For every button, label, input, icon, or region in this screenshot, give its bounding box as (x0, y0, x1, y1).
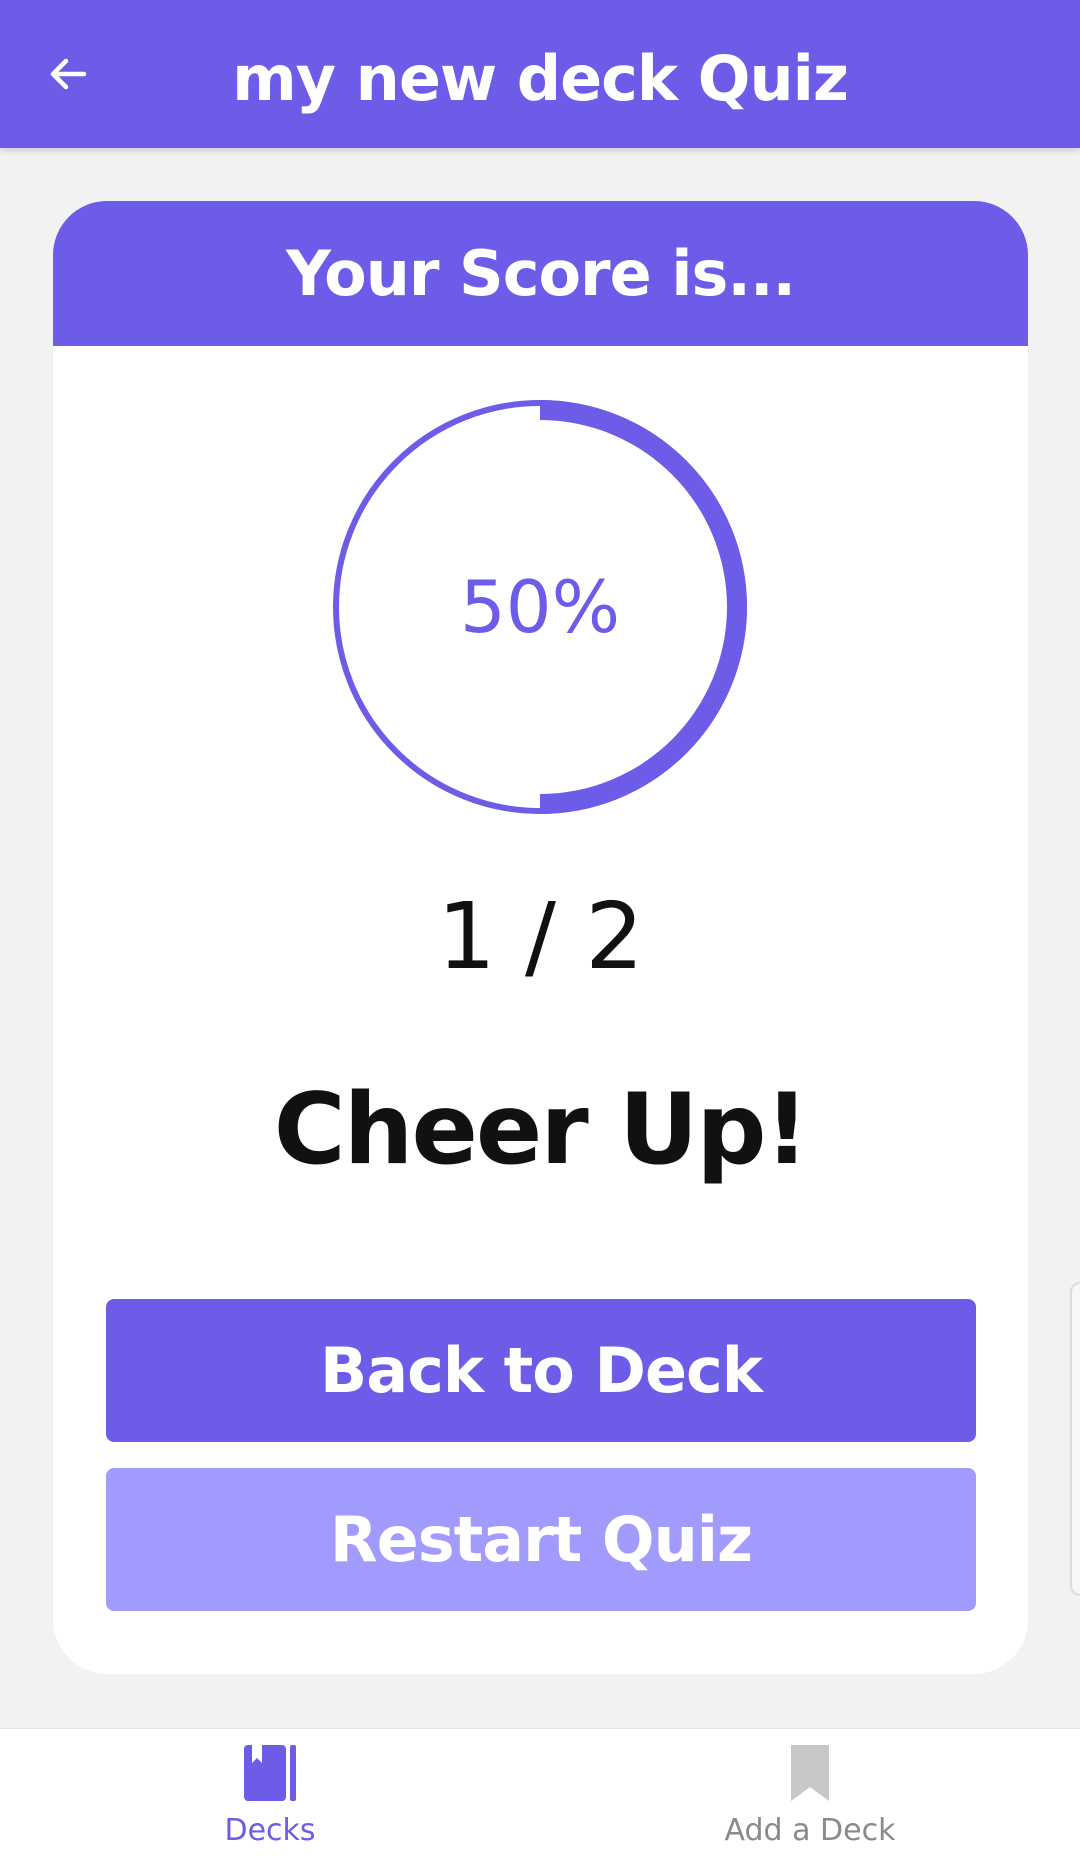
edge-drawer-handle[interactable] (1070, 1282, 1080, 1596)
result-message: Cheer Up! (273, 1073, 810, 1187)
tab-decks[interactable]: Decks (0, 1729, 540, 1858)
bottom-tab-bar: Decks Add a Deck (0, 1728, 1080, 1858)
bookmark-icon (791, 1745, 829, 1801)
tab-add-deck[interactable]: Add a Deck (540, 1729, 1080, 1858)
quiz-result-screen: my new deck Quiz Your Score is... 50% 1 … (0, 0, 1080, 1858)
restart-quiz-button[interactable]: Restart Quiz (106, 1468, 976, 1611)
tab-add-deck-label: Add a Deck (724, 1813, 896, 1848)
score-percent: 50% (459, 565, 621, 649)
app-header: my new deck Quiz (0, 0, 1080, 148)
score-fraction: 1 / 2 (437, 883, 644, 990)
page-title: my new deck Quiz (0, 0, 1080, 148)
score-card-title: Your Score is... (53, 201, 1028, 346)
tab-decks-label: Decks (224, 1813, 316, 1848)
score-card: Your Score is... 50% 1 / 2 Cheer Up! Bac… (53, 201, 1028, 1674)
page-title-text: my new deck Quiz (232, 41, 849, 115)
back-to-deck-button[interactable]: Back to Deck (106, 1299, 976, 1442)
book-icon (244, 1745, 296, 1801)
